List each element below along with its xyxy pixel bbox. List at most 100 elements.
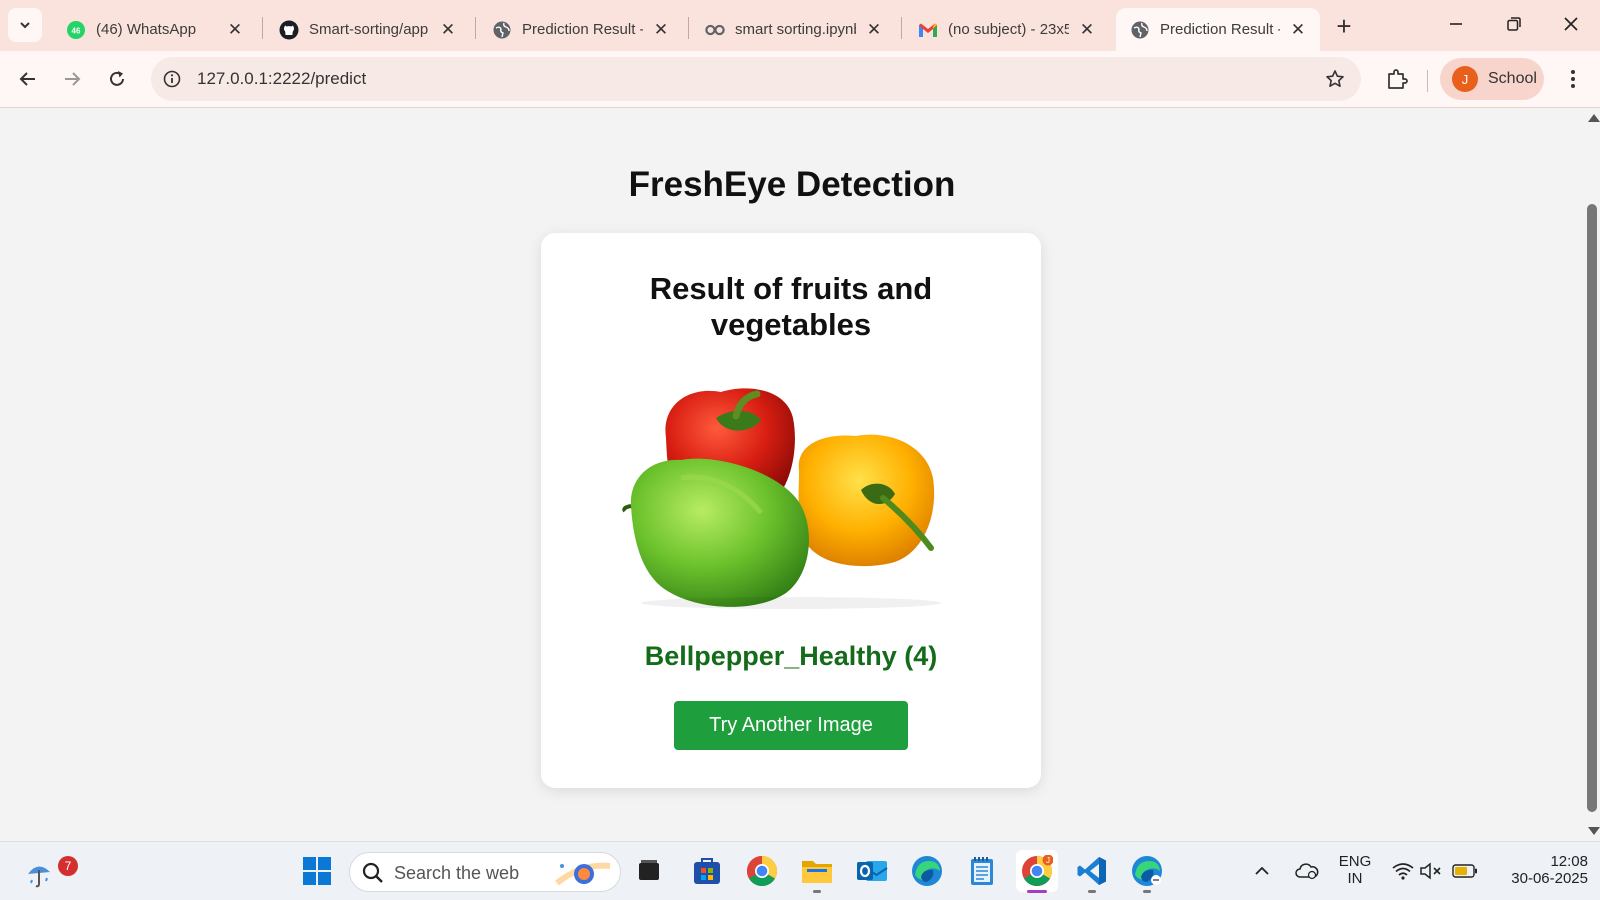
bellpepper-image — [621, 378, 961, 618]
page-scrollbar[interactable] — [1584, 108, 1600, 841]
cloud-sync-icon — [1295, 863, 1319, 880]
avatar: J — [1452, 66, 1478, 92]
bookmark-star-icon[interactable] — [1323, 67, 1347, 91]
show-hidden-icons-button[interactable] — [1247, 850, 1277, 892]
windows-taskbar: 7 Search the web J ENG IN 12:08 30-06-20… — [0, 841, 1600, 900]
scrollbar-thumb[interactable] — [1587, 204, 1597, 812]
close-icon[interactable]: ✕ — [1288, 20, 1308, 40]
notepad-icon — [971, 857, 993, 885]
language-code: ENG — [1338, 853, 1372, 870]
chrome-app-button[interactable] — [741, 850, 783, 892]
close-icon — [1564, 17, 1578, 31]
plus-icon: + — [1336, 10, 1352, 41]
prediction-result-label: Bellpepper_Healthy (4) — [644, 641, 938, 671]
language-indicator[interactable]: ENG IN — [1333, 853, 1377, 887]
edge-button[interactable] — [906, 850, 948, 892]
microsoft-store-button[interactable] — [686, 850, 728, 892]
weather-widget[interactable]: 7 — [20, 850, 78, 894]
tab-separator — [475, 17, 476, 39]
browser-toolbar: 127.0.0.1:2222/predict J School — [0, 51, 1600, 108]
tab-prediction-result-1[interactable]: Prediction Result - ✕ — [478, 8, 683, 51]
forward-button[interactable] — [55, 62, 89, 96]
tab-title: smart sorting.ipynb — [735, 21, 856, 38]
scroll-up-arrow-icon[interactable] — [1588, 114, 1600, 122]
onedrive-button[interactable] — [1290, 850, 1324, 892]
tab-gmail[interactable]: (no subject) - 23x5 ✕ — [904, 8, 1109, 51]
arrow-right-icon — [65, 72, 81, 86]
close-icon[interactable]: ✕ — [1077, 20, 1097, 40]
try-another-image-button[interactable]: Try Another Image — [674, 701, 908, 750]
task-view-icon — [639, 860, 659, 880]
notepad-button[interactable] — [961, 850, 1003, 892]
chevron-up-icon — [1255, 866, 1269, 875]
tab-colab[interactable]: smart sorting.ipynb ✕ — [691, 8, 896, 51]
page-title: FreshEye Detection — [628, 165, 956, 204]
colab-icon — [705, 20, 725, 40]
region-code: IN — [1347, 870, 1363, 887]
start-button[interactable] — [296, 850, 338, 892]
new-tab-button[interactable]: + — [1330, 10, 1358, 41]
close-window-button[interactable] — [1543, 0, 1599, 48]
volume-muted-icon — [1420, 862, 1441, 880]
more-vertical-icon — [1571, 70, 1575, 88]
globe-icon — [1130, 20, 1150, 40]
tab-github[interactable]: Smart-sorting/app ✕ — [265, 8, 470, 51]
running-indicator — [813, 890, 821, 893]
close-icon[interactable]: ✕ — [864, 20, 884, 40]
arrow-left-icon — [19, 72, 35, 86]
back-button[interactable] — [11, 62, 45, 96]
chrome-icon — [746, 856, 778, 887]
folder-icon — [802, 861, 832, 883]
tab-search-button[interactable] — [8, 8, 42, 42]
volume-button[interactable] — [1418, 850, 1444, 892]
task-view-button[interactable] — [628, 850, 670, 892]
svg-text:46: 46 — [72, 26, 81, 35]
clock[interactable]: 12:08 30-06-2025 — [1490, 853, 1588, 887]
profile-button[interactable]: J School — [1440, 58, 1544, 100]
gmail-icon — [918, 20, 938, 40]
close-icon[interactable]: ✕ — [225, 20, 245, 40]
extensions-button[interactable] — [1380, 62, 1414, 96]
browser-menu-button[interactable] — [1558, 64, 1588, 94]
tab-title: Prediction Result - — [522, 21, 643, 38]
svg-text:J: J — [1046, 856, 1050, 865]
outlook-icon — [857, 861, 888, 881]
battery-icon — [1452, 864, 1477, 878]
site-info-icon[interactable] — [161, 68, 183, 90]
taskbar-search-box[interactable]: Search the web — [349, 852, 621, 892]
tab-separator — [901, 17, 902, 39]
running-indicator — [1088, 890, 1096, 893]
minimize-button[interactable] — [1428, 0, 1484, 48]
search-placeholder: Search the web — [394, 863, 520, 883]
wifi-button[interactable] — [1390, 850, 1416, 892]
tab-prediction-result-active[interactable]: Prediction Result - ✕ — [1116, 8, 1320, 51]
reload-button[interactable] — [100, 62, 134, 96]
store-icon — [694, 858, 720, 884]
vscode-button[interactable] — [1071, 850, 1113, 893]
minimize-icon — [1450, 23, 1462, 25]
close-icon[interactable]: ✕ — [651, 20, 671, 40]
url-text[interactable]: 127.0.0.1:2222/predict — [197, 69, 366, 89]
reload-icon — [110, 71, 124, 86]
tab-title: (no subject) - 23x5 — [948, 21, 1069, 38]
scroll-down-arrow-icon[interactable] — [1588, 827, 1600, 835]
file-explorer-button[interactable] — [796, 850, 838, 893]
card-title: Result of fruits and vegetables — [649, 271, 933, 342]
search-icon — [362, 862, 383, 883]
tab-whatsapp[interactable]: 46 (46) WhatsApp ✕ — [52, 8, 257, 51]
restore-button[interactable] — [1486, 0, 1542, 48]
tab-separator — [688, 17, 689, 39]
battery-button[interactable] — [1450, 850, 1480, 892]
tab-separator — [262, 17, 263, 39]
close-icon[interactable]: ✕ — [438, 20, 458, 40]
address-bar[interactable]: 127.0.0.1:2222/predict — [151, 57, 1361, 101]
edge-beta-button[interactable] — [1126, 850, 1168, 893]
outlook-button[interactable] — [851, 850, 893, 892]
tab-strip: 46 (46) WhatsApp ✕ Smart-sorting/app ✕ P… — [0, 0, 1600, 51]
chrome-icon: J — [1022, 855, 1053, 887]
chrome-window-button[interactable]: J — [1016, 850, 1058, 893]
chevron-down-icon — [20, 22, 30, 29]
tab-title: Smart-sorting/app — [309, 21, 429, 38]
windows-logo-icon — [303, 857, 331, 885]
toolbar-separator — [1427, 70, 1428, 92]
